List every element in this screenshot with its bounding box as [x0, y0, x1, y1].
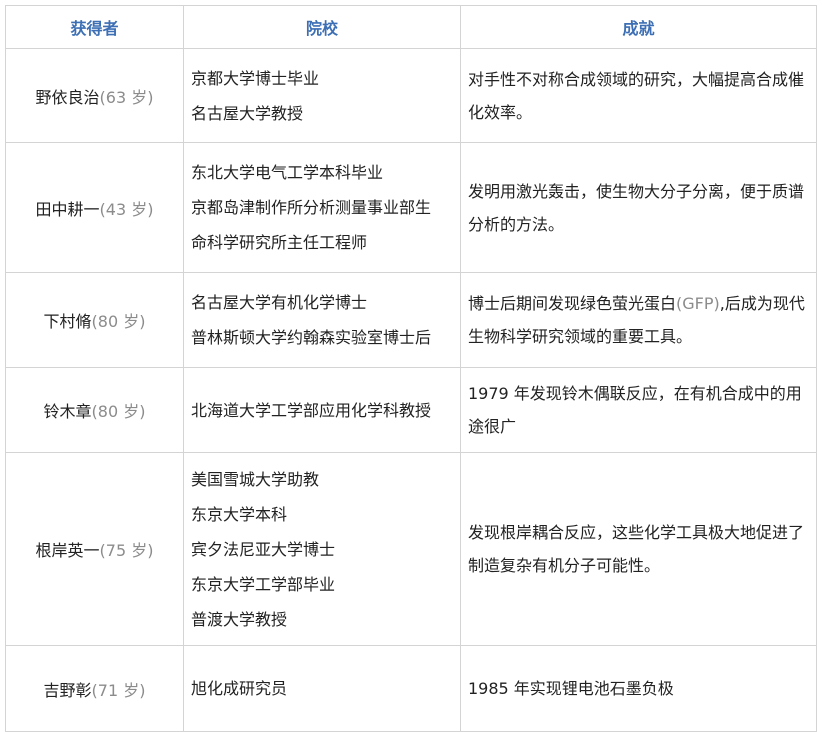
table-row: 根岸英一(75 岁) 美国雪城大学助教 东京大学本科 宾夕法尼亚大学博士 东京大…: [5, 452, 817, 646]
school-cell: 旭化成研究员: [183, 645, 461, 732]
winner-age: (80 岁): [91, 312, 146, 331]
winner-cell: 吉野彰(71 岁): [5, 645, 184, 732]
winner-name: 吉野彰: [43, 680, 92, 700]
winner-age: (63 岁): [99, 87, 154, 107]
school-line: 命科学研究所主任工程师: [191, 233, 368, 252]
school-cell: 名古屋大学有机化学博士 普林斯顿大学约翰森实验室博士后: [183, 272, 461, 368]
winner-cell: 下村脩(80 岁): [5, 272, 184, 368]
achievement-cell: 对手性不对称合成领域的研究，大幅提高合成催化效率。: [460, 48, 817, 143]
school-line: 旭化成研究员: [191, 679, 288, 698]
table-row: 吉野彰(71 岁) 旭化成研究员 1985 年实现锂电池石墨负极: [5, 645, 817, 732]
school-line: 北海道大学工学部应用化学科教授: [191, 400, 432, 420]
winner-cell: 根岸英一(75 岁): [5, 452, 184, 646]
school-cell: 京都大学博士毕业 名古屋大学教授: [183, 48, 461, 143]
achievement-cell: 博士后期间发现绿色萤光蛋白(GFP),后成为现代生物科学研究领域的重要工具。: [460, 272, 817, 368]
school-line: 宾夕法尼亚大学博士: [191, 539, 336, 559]
achievement-text: 对手性不对称合成领域的研究，大幅提高合成催化效率。: [468, 69, 805, 122]
winner-age: (71 岁): [91, 680, 146, 700]
achievement-cell: 1985 年实现锂电池石墨负极: [460, 645, 817, 732]
header-school: 院校: [183, 5, 461, 49]
winner-cell: 野依良治(63 岁): [5, 48, 184, 143]
winner-name: 根岸英一: [35, 541, 100, 560]
header-row: 获得者 院校 成就: [5, 5, 817, 49]
nobel-laureates-table: 获得者 院校 成就 野依良治(63 岁) 京都大学博士毕业 名古屋大学教授 对手…: [5, 5, 817, 732]
table-row: 铃木章(80 岁) 北海道大学工学部应用化学科教授 1979 年发现铃木偶联反应…: [5, 367, 817, 453]
achievement-text: 发现根岸耦合反应，这些化学工具极大地促进了制造复杂有机分子可能性。: [468, 523, 805, 575]
achievement-text: 1985 年实现锂电池石墨负极: [468, 679, 674, 698]
achievement-text: 博士后期间发现绿色萤光蛋白: [468, 294, 677, 313]
achievement-text: 发明用激光轰击，使生物大分子分离，便于质谱分析的方法。: [468, 181, 805, 234]
school-line: 东京大学本科: [191, 504, 288, 524]
school-line: 东北大学电气工学本科毕业: [191, 163, 384, 182]
winner-name: 野依良治: [35, 87, 100, 107]
school-line: 东京大学工学部毕业: [191, 574, 336, 594]
winner-cell: 田中耕一(43 岁): [5, 142, 184, 273]
achievement-cell: 发现根岸耦合反应，这些化学工具极大地促进了制造复杂有机分子可能性。: [460, 452, 817, 646]
header-achievement: 成就: [460, 5, 817, 49]
school-line: 京都大学博士毕业: [191, 68, 320, 88]
table-row: 野依良治(63 岁) 京都大学博士毕业 名古屋大学教授 对手性不对称合成领域的研…: [5, 48, 817, 143]
school-line: 美国雪城大学助教: [191, 469, 320, 489]
school-cell: 东北大学电气工学本科毕业 京都岛津制作所分析测量事业部生 命科学研究所主任工程师: [183, 142, 461, 273]
school-line: 京都岛津制作所分析测量事业部生: [191, 198, 432, 217]
table-row: 下村脩(80 岁) 名古屋大学有机化学博士 普林斯顿大学约翰森实验室博士后 博士…: [5, 272, 817, 368]
school-line: 名古屋大学教授: [191, 103, 304, 123]
winner-age: (80 岁): [91, 402, 146, 421]
school-line: 普渡大学教授: [191, 609, 288, 629]
school-cell: 美国雪城大学助教 东京大学本科 宾夕法尼亚大学博士 东京大学工学部毕业 普渡大学…: [183, 452, 461, 646]
header-winner: 获得者: [5, 5, 184, 49]
achievement-cell: 1979 年发现铃木偶联反应，在有机合成中的用途很广: [460, 367, 817, 453]
winner-age: (75 岁): [99, 541, 154, 560]
achievement-gfp: (GFP): [676, 294, 720, 313]
winner-name: 铃木章: [43, 402, 92, 421]
achievement-text: 1979 年发现铃木偶联反应，在有机合成中的用途很广: [468, 384, 802, 436]
school-cell: 北海道大学工学部应用化学科教授: [183, 367, 461, 453]
school-line: 普林斯顿大学约翰森实验室博士后: [191, 328, 432, 347]
achievement-cell: 发明用激光轰击，使生物大分子分离，便于质谱分析的方法。: [460, 142, 817, 273]
table-row: 田中耕一(43 岁) 东北大学电气工学本科毕业 京都岛津制作所分析测量事业部生 …: [5, 142, 817, 273]
winner-name: 田中耕一: [35, 199, 100, 219]
winner-cell: 铃木章(80 岁): [5, 367, 184, 453]
winner-name: 下村脩: [43, 312, 92, 331]
school-line: 名古屋大学有机化学博士: [191, 293, 368, 312]
winner-age: (43 岁): [99, 199, 154, 219]
